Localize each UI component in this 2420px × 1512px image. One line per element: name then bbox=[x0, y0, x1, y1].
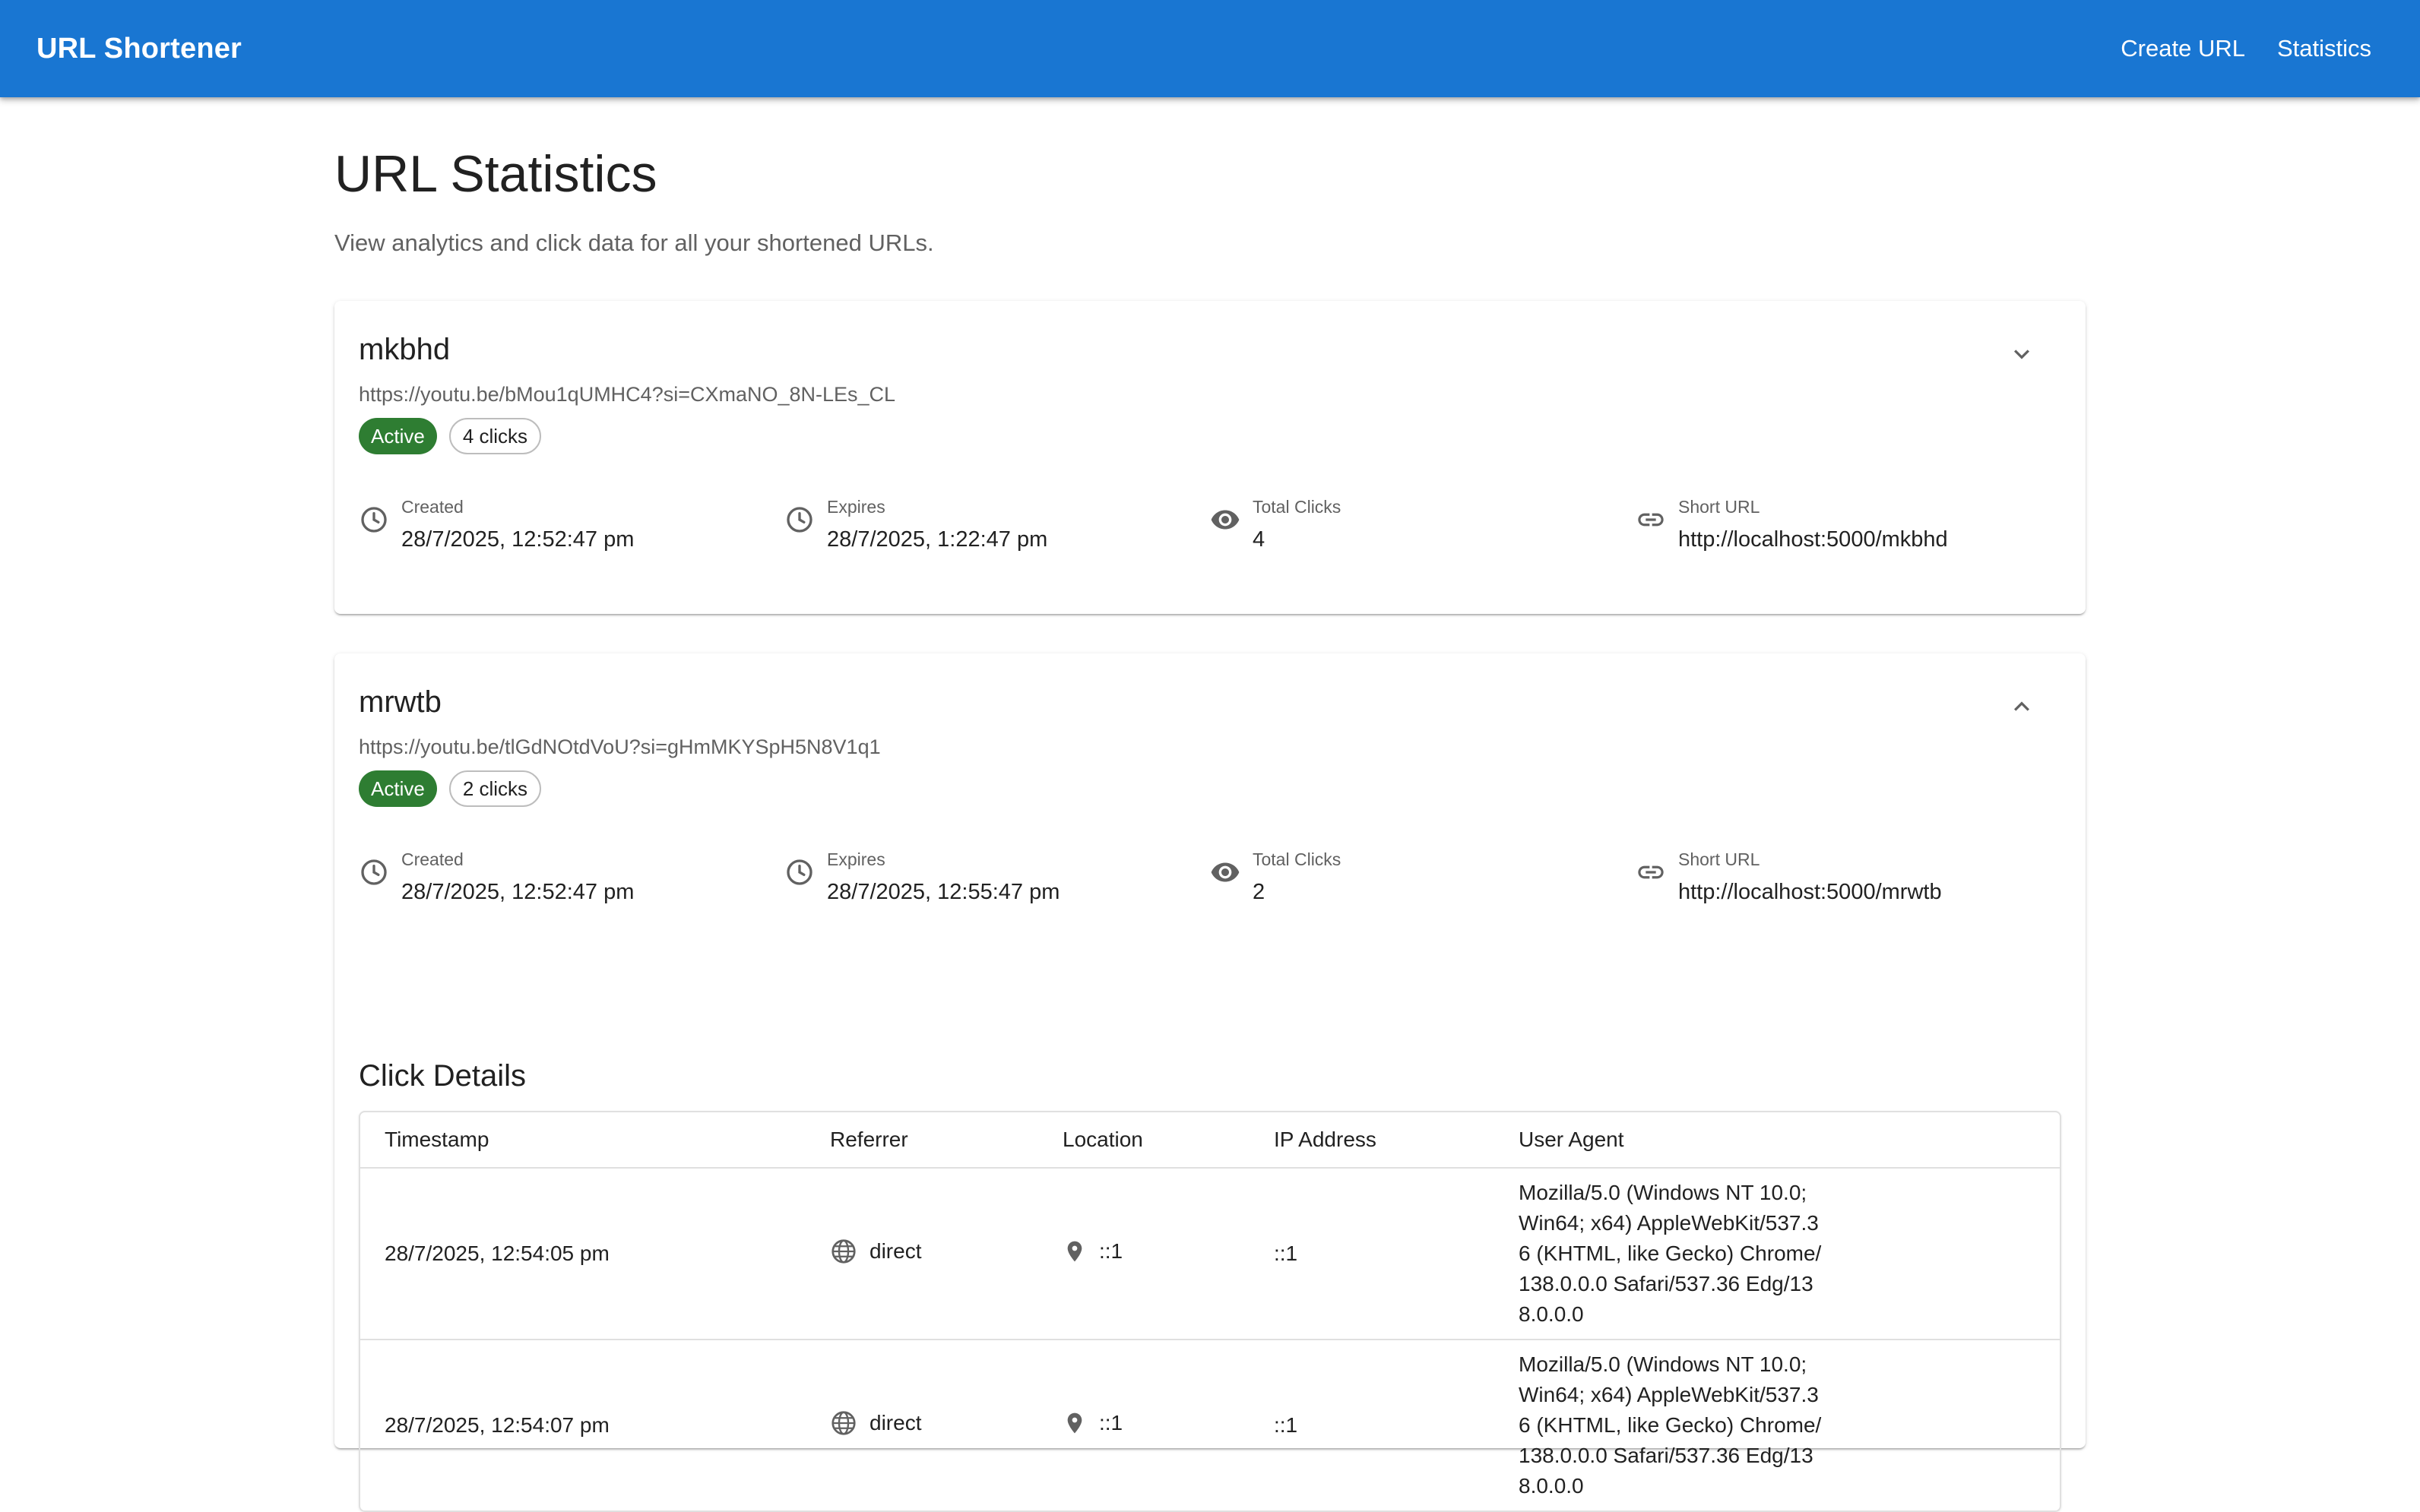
original-url: https://youtu.be/tlGdNOtdVoU?si=gHmMKYSp… bbox=[359, 735, 881, 758]
stat-expires: Expires 28/7/2025, 1:22:47 pm bbox=[784, 495, 1210, 553]
chips: Active 4 clicks bbox=[359, 418, 542, 454]
app-title[interactable]: URL Shortener bbox=[36, 33, 242, 65]
clock-icon bbox=[361, 859, 387, 885]
short-code: mkbhd bbox=[359, 333, 451, 366]
stat-label: Created bbox=[401, 497, 464, 517]
cell-location: ::1 bbox=[1038, 1168, 1250, 1340]
stats-grid: Created 28/7/2025, 12:52:47 pm Expires 2… bbox=[359, 495, 2061, 553]
stat-expires: Expires 28/7/2025, 12:55:47 pm bbox=[784, 848, 1210, 906]
stat-label: Total Clicks bbox=[1253, 849, 1341, 869]
page-title: URL Statistics bbox=[334, 145, 657, 203]
cell-user-agent: Mozilla/5.0 (Windows NT 10.0; Win64; x64… bbox=[1494, 1168, 2060, 1340]
column-header-user-agent: User Agent bbox=[1494, 1112, 2060, 1169]
chevron-up-icon bbox=[2014, 701, 2029, 711]
stat-value: 28/7/2025, 1:22:47 pm bbox=[827, 527, 1048, 552]
stat-total-clicks: Total Clicks 2 bbox=[1210, 848, 1636, 906]
table-row: 28/7/2025, 12:54:05 pm direct ::1::1 Mo… bbox=[360, 1168, 2060, 1340]
cell-location: ::1 bbox=[1038, 1340, 1250, 1510]
eye-icon bbox=[1211, 510, 1240, 530]
click-details-table: Timestamp Referrer Location IP Address U… bbox=[359, 1111, 2061, 1512]
status-badge: Active bbox=[359, 770, 437, 807]
column-header-location: Location bbox=[1038, 1112, 1250, 1169]
status-badge: Active bbox=[359, 418, 437, 454]
table-row: 28/7/2025, 12:54:07 pm direct ::1::1 Mo… bbox=[360, 1340, 2060, 1510]
page-subtitle: View analytics and click data for all yo… bbox=[334, 229, 934, 256]
stat-label: Short URL bbox=[1678, 849, 1760, 869]
stat-created: Created 28/7/2025, 12:52:47 pm bbox=[359, 848, 784, 906]
clock-icon bbox=[787, 859, 812, 885]
short-code: mrwtb bbox=[359, 685, 442, 719]
stat-value: 28/7/2025, 12:52:47 pm bbox=[401, 880, 635, 904]
cell-timestamp: 28/7/2025, 12:54:07 pm bbox=[385, 1413, 610, 1437]
table-header-row: Timestamp Referrer Location IP Address U… bbox=[360, 1112, 2060, 1169]
stat-label: Total Clicks bbox=[1253, 497, 1341, 517]
column-header-referrer: Referrer bbox=[806, 1112, 1038, 1169]
short-url-link[interactable]: http://localhost:5000/mkbhd bbox=[1678, 526, 1948, 553]
location-pin-icon bbox=[1067, 1412, 1082, 1433]
referrer-text: direct bbox=[869, 1238, 922, 1263]
stat-label: Expires bbox=[827, 849, 885, 869]
column-header-ip-address: IP Address bbox=[1250, 1112, 1494, 1169]
stat-created: Created 28/7/2025, 12:52:47 pm bbox=[359, 495, 784, 553]
globe-icon bbox=[831, 1410, 856, 1435]
user-agent-text: Mozilla/5.0 (Windows NT 10.0; Win64; x64… bbox=[1519, 1181, 1822, 1326]
expand-button[interactable] bbox=[1997, 330, 2046, 378]
app-bar: URL Shortener Create URL Statistics bbox=[0, 0, 2420, 97]
cell-ip-address: ::1 bbox=[1274, 1413, 1298, 1437]
short-url-link[interactable]: http://localhost:5000/mrwtb bbox=[1678, 878, 1942, 906]
chips: Active 2 clicks bbox=[359, 770, 542, 807]
link-icon bbox=[1638, 865, 1664, 879]
stat-value: 4 bbox=[1253, 527, 1265, 552]
eye-icon bbox=[1211, 862, 1240, 882]
stat-short-url: Short URL http://localhost:5000/mkbhd bbox=[1636, 495, 2061, 553]
link-icon bbox=[1638, 513, 1664, 527]
cell-referrer: direct bbox=[806, 1168, 1038, 1340]
referrer-text: direct bbox=[869, 1410, 922, 1435]
cell-timestamp: 28/7/2025, 12:54:05 pm bbox=[360, 1168, 806, 1340]
stat-value: 28/7/2025, 12:52:47 pm bbox=[401, 527, 635, 552]
original-url: https://youtu.be/bMou1qUMHC4?si=CXmaNO_8… bbox=[359, 383, 896, 406]
cell-referrer: direct bbox=[806, 1340, 1038, 1510]
clicks-badge: 4 clicks bbox=[448, 418, 542, 454]
nav-create-url[interactable]: Create URL bbox=[2108, 24, 2257, 73]
location-text: ::1 bbox=[1099, 1238, 1123, 1263]
cell-user-agent: Mozilla/5.0 (Windows NT 10.0; Win64; x64… bbox=[1494, 1340, 2060, 1510]
clock-icon bbox=[361, 507, 387, 533]
user-agent-text: Mozilla/5.0 (Windows NT 10.0; Win64; x64… bbox=[1519, 1352, 1822, 1498]
column-header-timestamp: Timestamp bbox=[360, 1112, 806, 1169]
clock-icon bbox=[787, 507, 812, 533]
stat-label: Short URL bbox=[1678, 497, 1760, 517]
location-pin-icon bbox=[1067, 1241, 1082, 1261]
location-text: ::1 bbox=[1099, 1410, 1123, 1435]
stat-value: 2 bbox=[1253, 880, 1265, 904]
globe-icon bbox=[831, 1238, 856, 1264]
nav-statistics[interactable]: Statistics bbox=[2265, 24, 2384, 73]
url-card: mrwtb https://youtu.be/tlGdNOtdVoU?si=gH… bbox=[334, 653, 2086, 1512]
stat-value: 28/7/2025, 12:55:47 pm bbox=[827, 880, 1060, 904]
clicks-badge: 2 clicks bbox=[448, 770, 542, 807]
stat-short-url: Short URL http://localhost:5000/mrwtb bbox=[1636, 848, 2061, 906]
collapse-button[interactable] bbox=[1997, 682, 2046, 731]
chevron-down-icon bbox=[2014, 350, 2029, 359]
click-details-title: Click Details bbox=[359, 1059, 527, 1093]
stat-label: Created bbox=[401, 849, 464, 869]
nav: Create URL Statistics bbox=[2108, 24, 2384, 73]
stat-total-clicks: Total Clicks 4 bbox=[1210, 495, 1636, 553]
stat-label: Expires bbox=[827, 497, 885, 517]
stats-grid: Created 28/7/2025, 12:52:47 pm Expires 2… bbox=[359, 848, 2061, 906]
cell-ip-address: ::1 bbox=[1250, 1168, 1494, 1340]
url-card: mkbhd https://youtu.be/bMou1qUMHC4?si=CX… bbox=[334, 301, 2086, 614]
